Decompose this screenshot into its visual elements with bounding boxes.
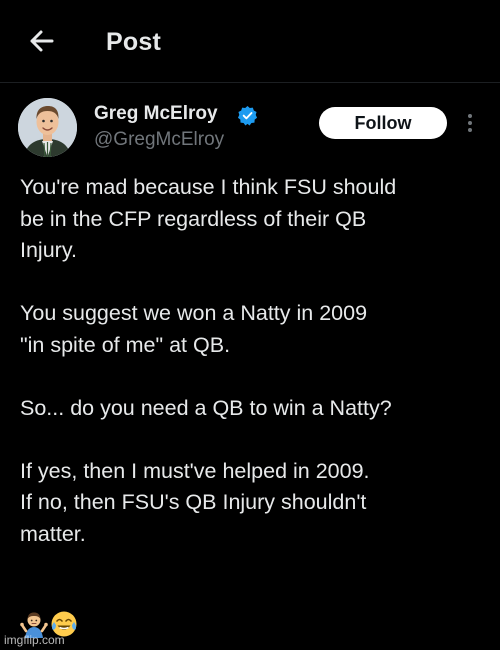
- tweet-line: You suggest we won a Natty in 2009: [20, 301, 368, 325]
- tweet-paragraph: If yes, then I must've helped in 2009. I…: [20, 456, 490, 551]
- tweet-line: Injury.: [20, 238, 77, 262]
- top-bar: Post: [0, 0, 500, 83]
- follow-button[interactable]: Follow: [319, 107, 447, 139]
- tweet-paragraph: You suggest we won a Natty in 2009 "in s…: [20, 298, 490, 361]
- more-vertical-icon: [468, 114, 472, 132]
- tweet-line: You're mad because I think FSU should: [20, 175, 397, 199]
- tweet-line: be in the CFP regardless of their QB: [20, 206, 367, 231]
- back-button[interactable]: [24, 26, 58, 56]
- watermark: imgflip.com: [4, 633, 65, 647]
- avatar[interactable]: [18, 98, 77, 157]
- verified-badge-icon: [237, 105, 258, 126]
- tweet-paragraph: You're mad because I think FSU should be…: [20, 172, 490, 267]
- tweet-line: "in spite of me" at QB.: [20, 332, 231, 357]
- tweet-line: If yes, then I must've helped in 2009.: [20, 458, 370, 483]
- author-handle[interactable]: @GregMcElroy: [94, 129, 224, 151]
- tweet-line: If no, then FSU's QB Injury shouldn't: [20, 490, 367, 514]
- arrow-left-icon: [30, 30, 54, 52]
- avatar-image: [18, 98, 77, 157]
- tweet-line: matter.: [20, 521, 86, 546]
- tweet-text: You're mad because I think FSU should be…: [20, 172, 490, 582]
- tweet-line: So... do you need a QB to win a Natty?: [20, 395, 392, 420]
- author-name[interactable]: Greg McElroy: [94, 103, 218, 125]
- tweet-paragraph: So... do you need a QB to win a Natty?: [20, 393, 490, 425]
- more-options-button[interactable]: [464, 111, 476, 135]
- page-title: Post: [106, 28, 161, 56]
